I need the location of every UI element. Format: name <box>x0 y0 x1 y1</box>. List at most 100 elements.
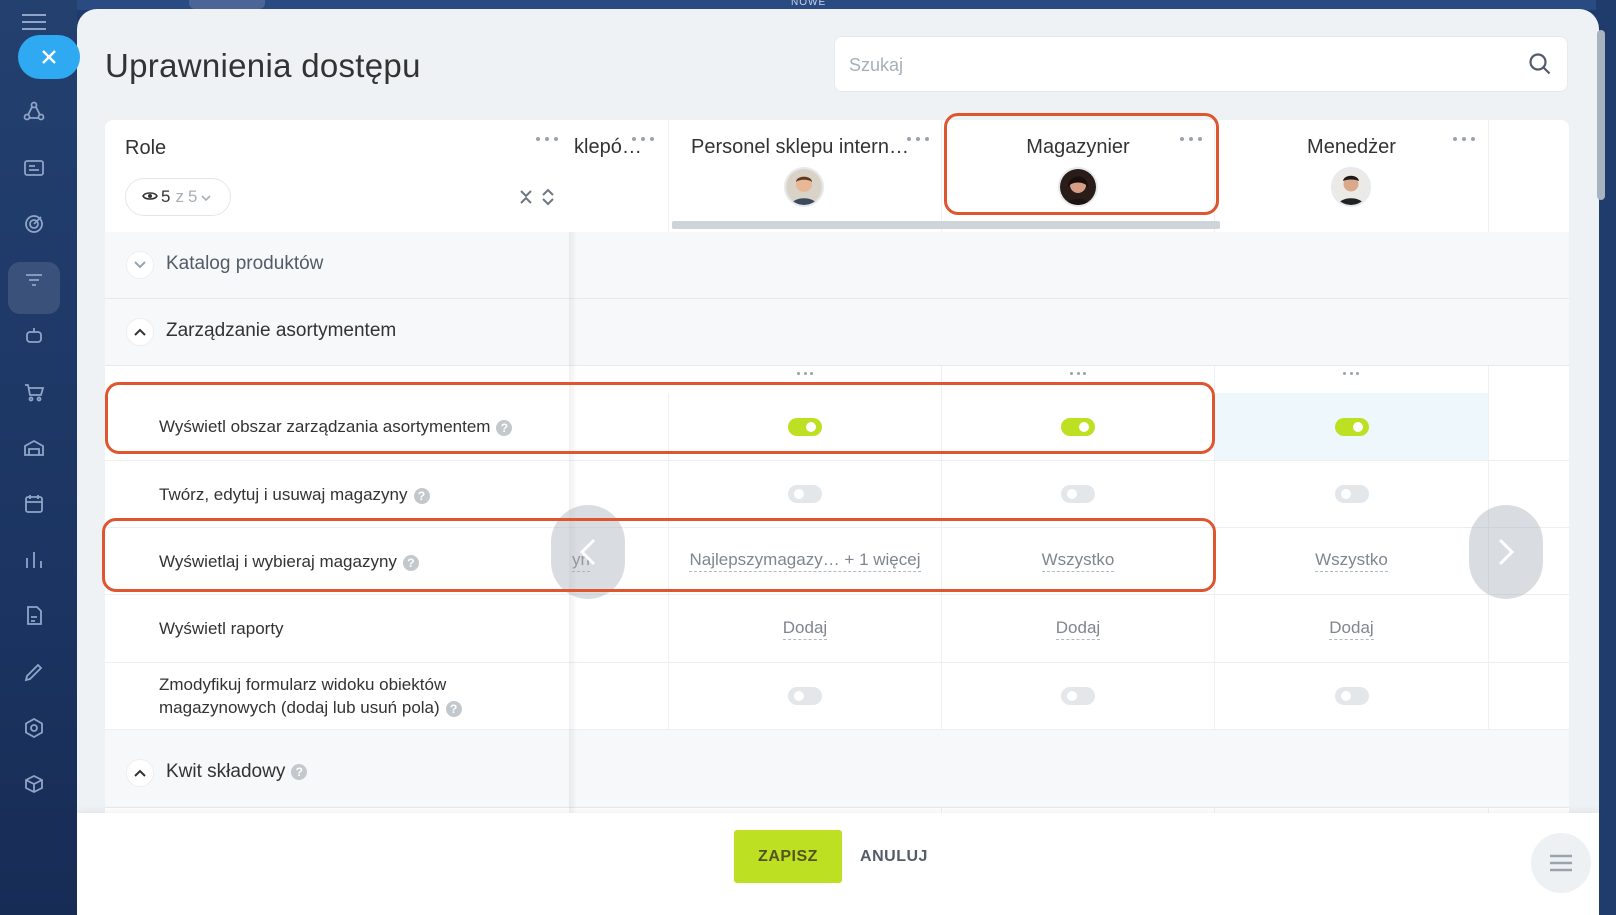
column-more-icon[interactable] <box>1180 134 1202 144</box>
section-assortment-management[interactable]: Zarządzanie asortymentem <box>105 299 1569 366</box>
chevron-up-icon[interactable] <box>126 318 154 346</box>
horizontal-scrollbar[interactable] <box>672 221 1220 229</box>
roles-visibility-filter[interactable]: 5 z 5 <box>125 178 231 216</box>
scroll-left-button[interactable] <box>551 505 625 599</box>
help-icon[interactable]: ? <box>445 700 462 717</box>
avatar-man-icon <box>784 167 824 207</box>
permission-toggle[interactable] <box>1334 485 1369 503</box>
permission-label: Wyświetl obszar zarządzania asortymentem… <box>159 415 513 438</box>
cart-icon[interactable] <box>20 378 48 406</box>
column-more-icon[interactable] <box>1453 134 1475 144</box>
background-tab <box>189 0 265 9</box>
add-link[interactable]: Dodaj <box>782 618 828 640</box>
permission-label: Wyświetl raporty <box>159 619 284 638</box>
filter-icon[interactable] <box>20 266 48 294</box>
column-more-icon[interactable] <box>907 134 929 144</box>
column-more-icon[interactable] <box>632 134 654 144</box>
eye-icon <box>142 187 158 207</box>
roles-label: Role <box>125 137 167 159</box>
permission-toggle[interactable] <box>1061 687 1095 705</box>
permission-cell <box>1215 663 1489 729</box>
save-button[interactable]: ZAPISZ <box>734 830 842 883</box>
column-actions-icon[interactable] <box>1343 372 1359 378</box>
permission-toggle[interactable] <box>1061 485 1095 503</box>
permission-toggle[interactable] <box>1334 687 1369 705</box>
permission-cell: Najlepszymagazy… + 1 więcej <box>669 528 942 594</box>
help-icon[interactable]: ? <box>413 487 430 504</box>
box-icon[interactable] <box>20 770 48 798</box>
help-icon[interactable]: ? <box>291 763 308 780</box>
page-title: Uprawnienia dostępu <box>105 47 421 84</box>
permission-value-link[interactable]: Wszystko <box>1041 550 1115 572</box>
robot-icon[interactable] <box>20 322 48 350</box>
card-icon[interactable] <box>20 154 48 182</box>
section-spacer <box>105 730 1569 740</box>
section-product-catalog[interactable]: Katalog produktów <box>105 232 1569 299</box>
menu-icon[interactable] <box>22 14 46 32</box>
column-header-0: klepó… <box>572 120 669 232</box>
list-menu-icon[interactable] <box>1531 833 1591 893</box>
permission-cell <box>572 595 669 662</box>
permission-cell <box>942 393 1215 460</box>
search-icon[interactable] <box>1527 51 1553 77</box>
chevron-down-icon[interactable] <box>126 251 154 279</box>
column-actions-row <box>105 366 1569 393</box>
search-box[interactable] <box>834 36 1568 92</box>
permission-cell: Wszystko <box>942 528 1215 594</box>
help-icon[interactable]: ? <box>496 419 513 436</box>
help-icon[interactable]: ? <box>402 554 419 571</box>
roles-shown-count: 5 <box>161 187 171 206</box>
add-link[interactable]: Dodaj <box>1055 618 1101 640</box>
document-edit-icon[interactable] <box>20 602 48 630</box>
roles-of-label: z <box>175 187 184 206</box>
vertical-scrollbar[interactable] <box>1597 30 1605 200</box>
avatar-man-dark-icon <box>1331 167 1371 207</box>
close-button[interactable] <box>18 35 80 79</box>
permission-cell <box>572 663 669 729</box>
permission-row: Wyświetlaj i wybieraj magazyny? yn Najle… <box>105 528 1569 595</box>
section-label: Kwit składowy? <box>166 761 308 783</box>
permission-value-link[interactable]: Wszystko <box>1315 550 1388 572</box>
avatar-woman-icon <box>1058 167 1098 207</box>
cancel-button[interactable]: ANULUJ <box>857 830 931 883</box>
chevron-up-icon[interactable] <box>126 759 154 787</box>
section-label: Katalog produktów <box>166 253 324 274</box>
column-title: Magazynier <box>1026 136 1130 158</box>
permission-value-link[interactable]: Najlepszymagazy… + 1 więcej <box>689 550 921 572</box>
permission-toggle[interactable] <box>788 485 822 503</box>
column-actions-icon[interactable] <box>797 372 813 378</box>
column-title: Personel sklepu intern… <box>691 136 909 158</box>
permission-toggle[interactable] <box>788 417 822 436</box>
permission-row: Zmodyfikuj formularz widoku obiektów maga… <box>105 663 1569 730</box>
roles-more-icon[interactable] <box>536 134 558 144</box>
hexagon-icon[interactable] <box>20 714 48 742</box>
pen-icon[interactable] <box>20 658 48 686</box>
permission-label: Twórz, edytuj i usuwaj magazyny? <box>159 483 430 506</box>
permission-toggle[interactable] <box>788 687 822 705</box>
permission-row: Twórz, edytuj i usuwaj magazyny? <box>105 461 1569 528</box>
column-header-1: Personel sklepu intern… <box>669 120 942 232</box>
scroll-right-button[interactable] <box>1469 505 1543 599</box>
chevron-down-icon <box>201 187 212 207</box>
expand-all-icon[interactable] <box>541 188 555 206</box>
warehouse-icon[interactable] <box>20 434 48 462</box>
permission-toggle[interactable] <box>1061 417 1095 436</box>
permission-toggle[interactable] <box>1334 417 1369 436</box>
permission-cell <box>669 663 942 729</box>
search-input[interactable] <box>849 51 1489 79</box>
calendar-icon[interactable] <box>20 490 48 518</box>
chart-icon[interactable] <box>20 546 48 574</box>
permission-row: Wyświetl obszar zarządzania asortymentem… <box>105 393 1569 461</box>
footer-bar: ZAPISZ ANULUJ <box>77 813 1599 915</box>
section-warehouse-receipt[interactable]: Kwit składowy? <box>105 740 1569 808</box>
section-label: Zarządzanie asortymentem <box>166 320 397 341</box>
permission-cell: Dodaj <box>669 595 942 662</box>
collapse-all-icon[interactable] <box>519 188 533 206</box>
add-link[interactable]: Dodaj <box>1329 618 1374 640</box>
column-title: Menedżer <box>1307 136 1396 158</box>
flow-icon[interactable] <box>20 98 48 126</box>
target-icon[interactable] <box>20 210 48 238</box>
permission-cell <box>942 663 1215 729</box>
column-actions-icon[interactable] <box>1070 372 1086 378</box>
permission-cell <box>669 393 942 460</box>
